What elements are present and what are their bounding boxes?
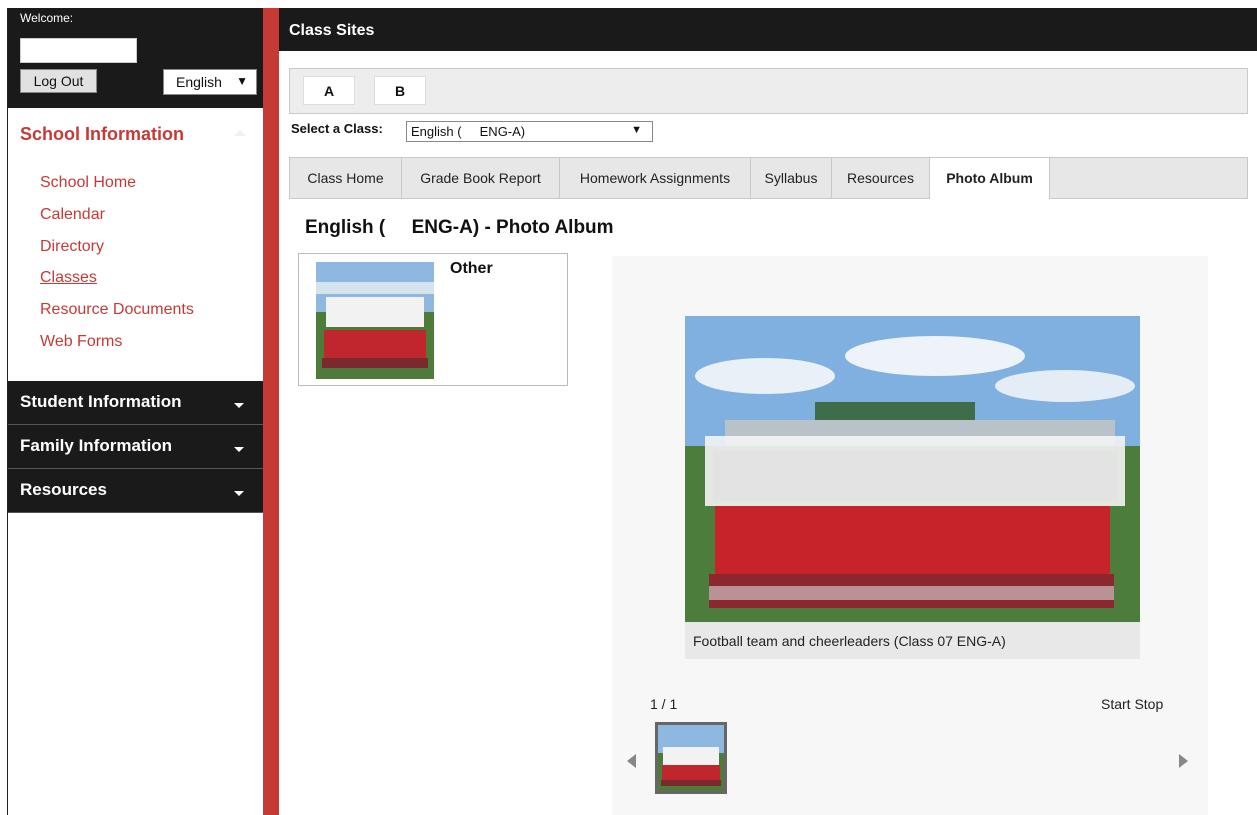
photo-viewer: Football team and cheerleaders (Class 07… (612, 256, 1208, 815)
tab-homework-assignments[interactable]: Homework Assignments (560, 158, 751, 198)
sidebar-link-resource-documents[interactable]: Resource Documents (40, 301, 194, 333)
album-title: English ( ENG-A) - Photo Album (305, 217, 614, 238)
letter-tab-b[interactable]: B (374, 76, 426, 105)
letter-tab-a[interactable]: A (303, 76, 355, 105)
class-select-value: English ( ENG-A) (411, 124, 526, 139)
section-label: Resources (20, 480, 107, 499)
sidebar-link-directory[interactable]: Directory (40, 238, 194, 270)
sidebar-link-calendar[interactable]: Calendar (40, 206, 194, 238)
section-label: Family Information (20, 436, 173, 455)
sidebar: Welcome: Log Out English ▼ School Inform… (7, 8, 263, 815)
page-title: Class Sites (279, 8, 1257, 51)
album-name: Other (450, 260, 493, 277)
chevron-down-icon (234, 447, 244, 452)
dropdown-arrow-icon: ▼ (236, 74, 248, 88)
class-tab-bar: Class Home Grade Book Report Homework As… (289, 157, 1248, 199)
tab-grade-book-report[interactable]: Grade Book Report (402, 158, 560, 198)
sidebar-section-resources[interactable]: Resources (8, 469, 263, 513)
album-card[interactable]: Other (298, 253, 568, 386)
class-select[interactable]: English ( ENG-A) ▼ (406, 121, 653, 142)
photo-caption: Football team and cheerleaders (Class 07… (685, 622, 1140, 659)
chevron-down-icon (234, 403, 244, 408)
tab-class-home[interactable]: Class Home (290, 158, 402, 198)
previous-arrow-icon[interactable] (627, 754, 636, 768)
photo-counter: 1 / 1 (650, 696, 678, 712)
sidebar-section-family-information[interactable]: Family Information (8, 425, 263, 469)
user-panel: Welcome: Log Out English ▼ (8, 8, 263, 108)
tab-photo-album[interactable]: Photo Album (930, 158, 1050, 199)
school-information-header[interactable]: School Information (20, 124, 184, 145)
language-value: English (176, 74, 222, 90)
main-content: Class Sites A B Select a Class: English … (279, 8, 1257, 815)
school-links: School Home Calendar Directory Classes R… (40, 174, 194, 365)
tab-syllabus[interactable]: Syllabus (751, 158, 832, 198)
logout-button[interactable]: Log Out (20, 69, 97, 93)
language-select[interactable]: English ▼ (163, 69, 257, 95)
dropdown-arrow-icon: ▼ (631, 124, 642, 136)
photo-thumbnail[interactable] (655, 722, 727, 794)
album-thumbnail-image[interactable] (316, 262, 434, 379)
select-class-label: Select a Class: (291, 121, 383, 136)
section-label: Student Information (20, 392, 182, 411)
chevron-down-icon (234, 491, 244, 496)
next-arrow-icon[interactable] (1179, 754, 1188, 768)
slideshow-start-stop[interactable]: Start Stop (1101, 696, 1163, 712)
welcome-label: Welcome: (20, 11, 74, 25)
sidebar-section-student-information[interactable]: Student Information (8, 381, 263, 425)
letter-tab-bar: A B (289, 68, 1248, 114)
user-name-box (20, 38, 137, 63)
sidebar-link-school-home[interactable]: School Home (40, 174, 194, 206)
album-photo (685, 316, 1140, 622)
sidebar-link-classes[interactable]: Classes (40, 269, 194, 301)
tab-resources[interactable]: Resources (832, 158, 930, 198)
sidebar-link-web-forms[interactable]: Web Forms (40, 333, 194, 365)
school-information-section: School Information School Home Calendar … (8, 108, 263, 381)
collapse-caret-icon[interactable] (234, 130, 246, 136)
red-divider (263, 8, 279, 815)
